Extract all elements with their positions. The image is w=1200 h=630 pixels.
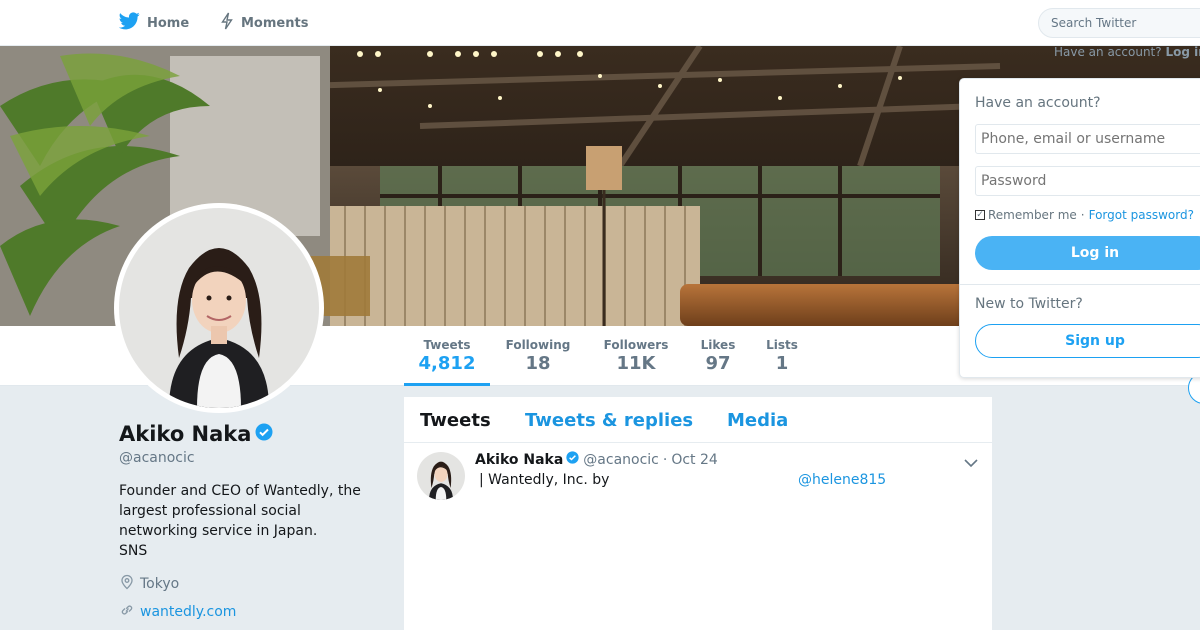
login-button[interactable]: Log in	[975, 236, 1200, 270]
stat-value: 18	[525, 353, 551, 374]
stat-value: 97	[705, 353, 731, 374]
chevron-down-icon[interactable]	[963, 453, 979, 472]
divider	[960, 284, 1200, 285]
tab-media[interactable]: Media	[727, 410, 788, 431]
remember-label: Remember me	[988, 208, 1077, 222]
stat-label: Likes	[700, 338, 736, 352]
verified-badge-icon	[563, 451, 579, 468]
search-input[interactable]: Search Twitter	[1038, 8, 1200, 38]
tab-tweets[interactable]: Tweets	[420, 410, 491, 431]
twitter-bird-icon	[118, 12, 147, 34]
new-to-twitter-label: New to Twitter?	[975, 296, 1083, 312]
username-field[interactable]	[975, 124, 1200, 154]
stat-followers[interactable]: Followers 11K	[598, 326, 674, 386]
tweet-date[interactable]: Oct 24	[671, 452, 717, 468]
profile-handle: @acanocic	[119, 450, 195, 466]
profile-name-text: Akiko Naka	[119, 422, 252, 446]
stat-value: 4,812	[418, 353, 476, 374]
tab-tweets-replies[interactable]: Tweets & replies	[525, 410, 693, 431]
bio-line: Founder and CEO of Wantedly, the	[119, 483, 361, 499]
location-pin-icon	[119, 574, 140, 594]
stat-value: 11K	[616, 353, 656, 374]
stat-value: 1	[775, 353, 789, 374]
tweet-text: | Wantedly, Inc. by	[479, 472, 610, 488]
have-account-hint: Have an account? Log in	[1054, 45, 1200, 59]
remember-separator: ·	[1080, 208, 1085, 222]
login-title: Have an account?	[975, 95, 1101, 111]
stat-lists[interactable]: Lists 1	[760, 326, 804, 386]
login-top-link[interactable]: Log in	[1165, 45, 1200, 59]
nav-moments[interactable]: Moments	[220, 0, 308, 46]
bio-line: networking service in Japan.	[119, 523, 318, 539]
tweet-separator: ·	[662, 451, 668, 468]
timeline: Tweets Tweets & replies Media Akiko Naka…	[404, 397, 992, 630]
tweet-avatar[interactable]	[417, 452, 465, 500]
signup-button[interactable]: Sign up	[975, 324, 1200, 358]
link-icon	[119, 602, 140, 622]
nav-moments-label: Moments	[241, 15, 309, 31]
remember-checkbox[interactable]: ✓	[975, 210, 985, 220]
stat-label: Lists	[766, 338, 798, 352]
website-text: wantedly.com	[140, 604, 237, 620]
profile-website-link[interactable]: wantedly.com	[119, 602, 236, 622]
timeline-tabs: Tweets Tweets & replies Media	[404, 397, 992, 443]
have-account-text: Have an account?	[1054, 45, 1162, 59]
stat-label: Followers	[603, 338, 669, 352]
verified-badge-icon	[251, 422, 273, 446]
lightning-icon	[220, 12, 241, 34]
location-text: Tokyo	[140, 576, 180, 592]
stat-label: Following	[505, 338, 571, 352]
password-field[interactable]	[975, 166, 1200, 196]
stat-likes[interactable]: Likes 97	[692, 326, 744, 386]
tweet-author-name[interactable]: Akiko Naka	[475, 452, 563, 468]
profile-location: Tokyo	[119, 574, 179, 594]
tweet-header: Akiko Naka @acanocic · Oct 24	[475, 451, 718, 468]
tweet-mention-link[interactable]: @helene815	[798, 472, 886, 488]
stat-label: Tweets	[423, 338, 471, 352]
profile-name: Akiko Naka	[119, 422, 273, 446]
profile-avatar[interactable]	[114, 203, 324, 413]
nav-home[interactable]: Home	[118, 0, 190, 46]
tweet-author-handle[interactable]: @acanocic	[583, 452, 659, 468]
top-navigation-bar: Home Moments Search Twitter	[0, 0, 1200, 46]
forgot-password-link[interactable]: Forgot password?	[1089, 208, 1194, 222]
bio-line: SNS	[119, 543, 148, 559]
login-dropdown: Have an account? ✓ Remember me · Forgot …	[959, 78, 1200, 378]
profile-bio: Founder and CEO of Wantedly, the largest…	[119, 481, 379, 561]
bio-line: largest professional social	[119, 503, 301, 519]
stat-tweets[interactable]: Tweets 4,812	[404, 326, 490, 386]
nav-home-label: Home	[147, 15, 190, 31]
tweet-item[interactable]: Akiko Naka @acanocic · Oct 24 | Wantedly…	[404, 443, 992, 523]
remember-row: ✓ Remember me · Forgot password?	[975, 208, 1194, 222]
stat-following[interactable]: Following 18	[500, 326, 576, 386]
search-placeholder: Search Twitter	[1051, 16, 1137, 30]
